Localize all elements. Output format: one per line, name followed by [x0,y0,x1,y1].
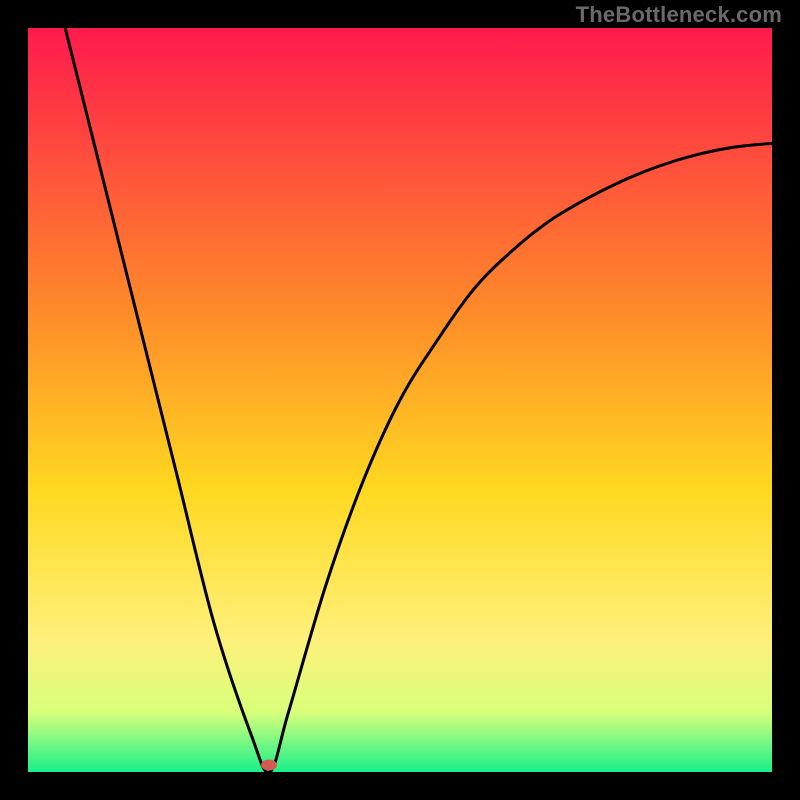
optimum-marker-icon [261,760,277,771]
chart-svg [0,0,800,800]
watermark-text: TheBottleneck.com [576,2,782,28]
